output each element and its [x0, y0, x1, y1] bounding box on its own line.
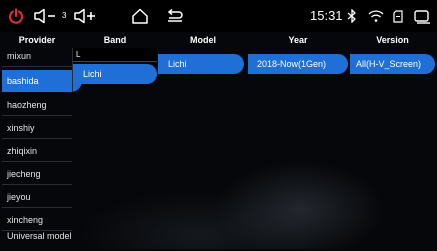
- bluetooth-icon: [344, 0, 360, 32]
- header-year: Year: [288, 35, 308, 45]
- version-item-all[interactable]: All(H-V_Screen): [350, 54, 435, 74]
- clock: 15:31: [310, 8, 343, 23]
- volume-down-icon[interactable]: [32, 0, 60, 32]
- column-headers: Provider Band Model Year Version: [0, 33, 437, 47]
- band-search-input[interactable]: L: [73, 48, 157, 62]
- multiwindow-icon[interactable]: [412, 0, 432, 32]
- back-icon[interactable]: [165, 0, 185, 32]
- model-item-lichi[interactable]: Lichi: [158, 54, 244, 74]
- provider-list: mixun bashida haozheng xinshiy zhiqixin …: [2, 48, 82, 251]
- volume-level: 3: [62, 11, 67, 20]
- provider-item-xinshiy[interactable]: xinshiy: [2, 117, 72, 139]
- power-icon[interactable]: [4, 0, 28, 32]
- provider-item-zhiqixin[interactable]: zhiqixin: [2, 140, 72, 162]
- wifi-icon: [368, 0, 384, 32]
- sd-card-icon: [391, 0, 405, 32]
- header-model: Model: [190, 35, 216, 45]
- band-item-lichi[interactable]: Lichi: [73, 64, 157, 84]
- provider-item-mixun[interactable]: mixun: [2, 48, 72, 67]
- header-version: Version: [376, 35, 409, 45]
- home-icon[interactable]: [130, 0, 150, 32]
- provider-item-haozheng[interactable]: haozheng: [2, 94, 72, 116]
- provider-item-jiecheng[interactable]: jiecheng: [2, 163, 72, 185]
- volume-up-icon[interactable]: [72, 0, 102, 32]
- header-band: Band: [103, 35, 127, 45]
- header-provider: Provider: [18, 35, 56, 45]
- provider-item-jieyou[interactable]: jieyou: [2, 186, 72, 208]
- provider-item-bashida[interactable]: bashida: [2, 70, 82, 92]
- provider-item-universal-model[interactable]: Universal model: [2, 229, 72, 251]
- provider-item-xincheng[interactable]: xincheng: [2, 209, 72, 231]
- year-item-2018-now[interactable]: 2018-Now(1Gen): [248, 54, 348, 74]
- status-bar: 3 15:31: [0, 0, 437, 32]
